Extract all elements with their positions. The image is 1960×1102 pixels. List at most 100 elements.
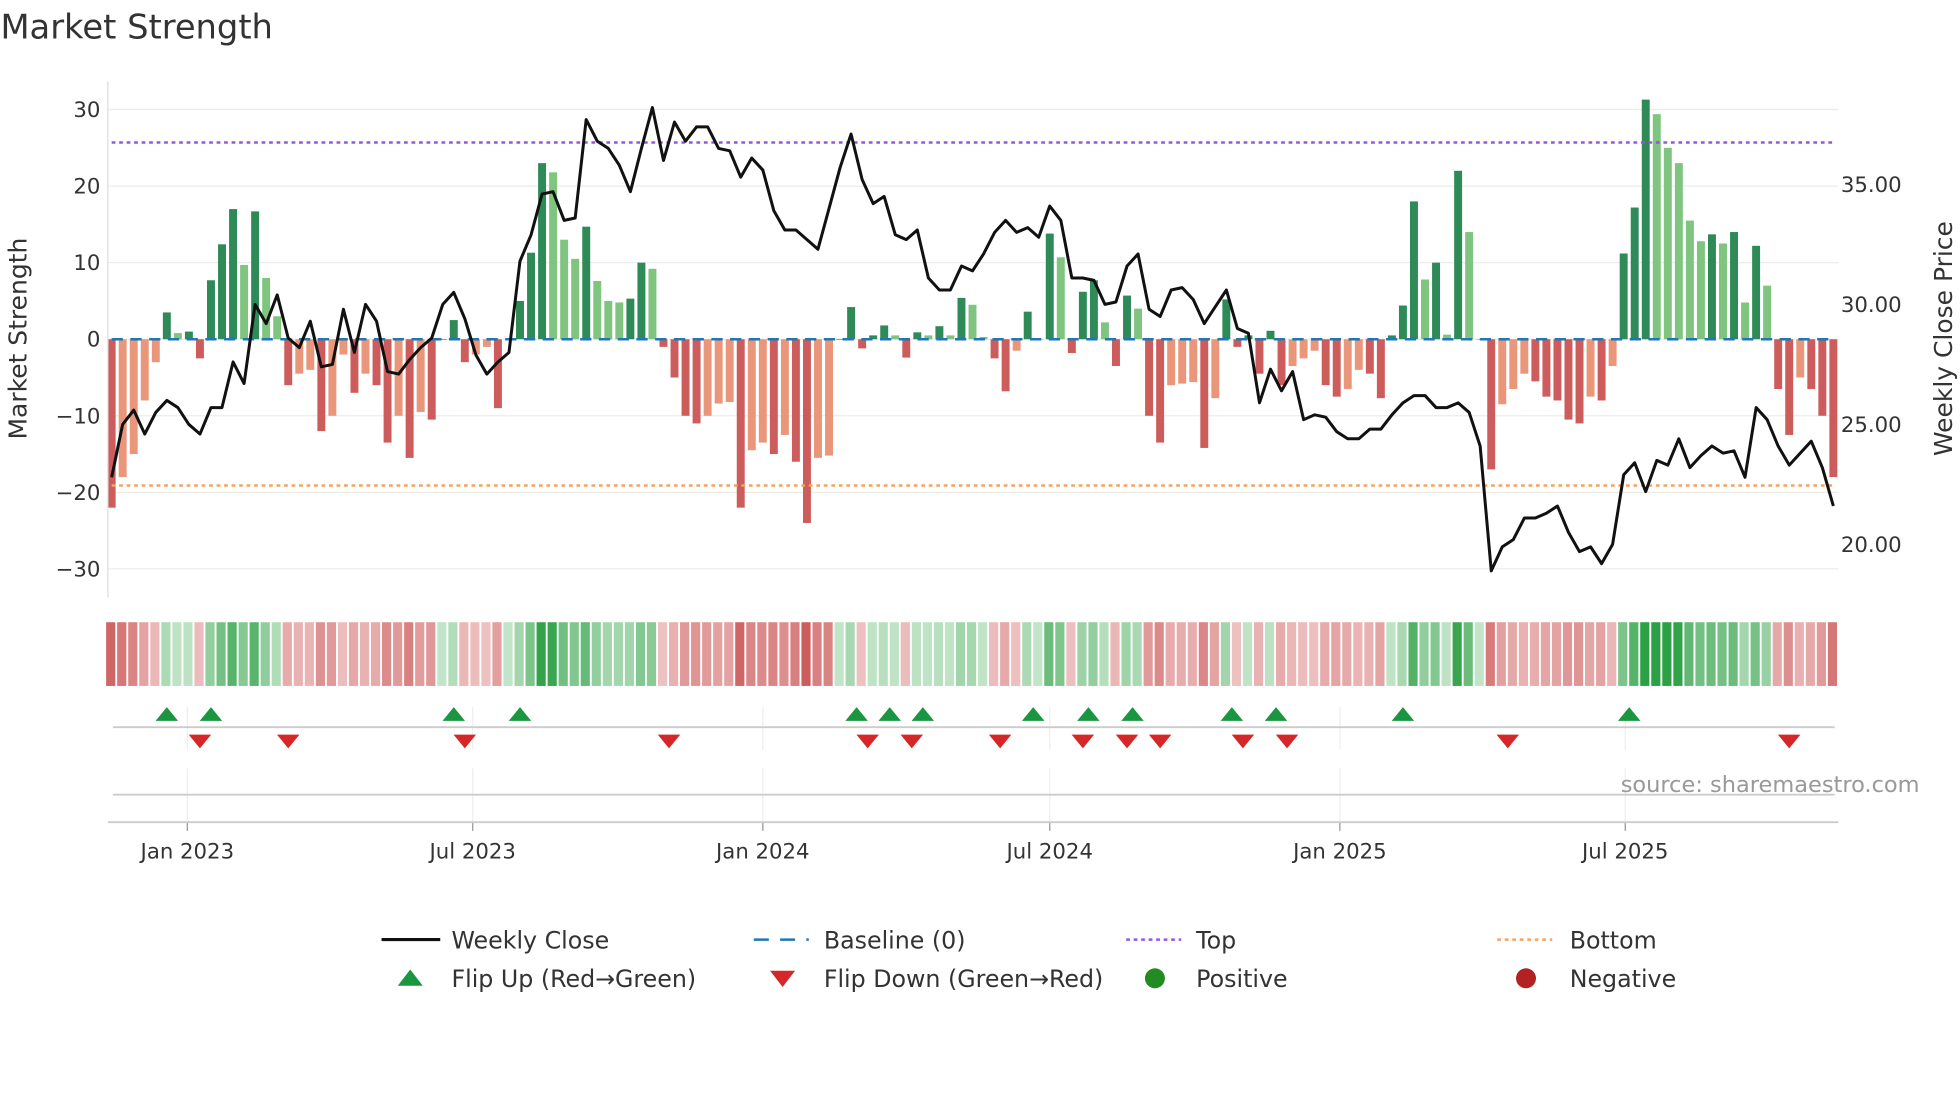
strength-bar — [957, 297, 966, 340]
strength-bar — [284, 339, 293, 386]
heat-cell — [790, 622, 800, 686]
strength-bar — [1045, 233, 1054, 340]
heat-cell — [547, 622, 557, 686]
heat-cell — [812, 622, 822, 686]
heat-cell — [271, 622, 281, 686]
heat-cell — [1331, 622, 1341, 686]
heat-cell — [1430, 622, 1440, 686]
heat-cell — [1066, 622, 1076, 686]
flip-up-marker — [442, 707, 466, 721]
strength-bar — [747, 339, 756, 451]
heat-cell — [591, 622, 601, 686]
flip-down-marker — [1777, 734, 1801, 749]
strength-bar — [1575, 339, 1584, 424]
flip-down-marker — [1231, 734, 1255, 749]
strength-bar — [1299, 339, 1308, 359]
heat-cell — [657, 622, 668, 686]
strength-bar — [935, 326, 944, 340]
heat-cell — [470, 622, 480, 686]
heat-cell — [1816, 622, 1826, 686]
y2-tick-label: 30.00 — [1841, 293, 1902, 318]
heat-cell — [989, 622, 999, 686]
heat-cell — [205, 622, 215, 686]
heat-cell — [459, 622, 469, 686]
strength-bar — [140, 339, 149, 401]
heat-cell — [735, 622, 745, 686]
strength-bar — [902, 339, 911, 358]
heat-cell — [1143, 622, 1153, 686]
strength-bar — [1586, 339, 1595, 397]
strength-bar — [814, 339, 822, 458]
strength-bar — [1123, 295, 1131, 340]
heat-cell — [768, 622, 778, 686]
heat-cell — [481, 622, 491, 686]
strength-bar — [637, 262, 646, 340]
heat-cell — [1099, 622, 1109, 686]
strength-bar — [1222, 299, 1231, 340]
y-tick-label: 10 — [73, 251, 100, 276]
heat-cell — [249, 622, 259, 686]
heat-cell — [448, 622, 458, 686]
heat-cell — [492, 622, 502, 686]
heat-cell — [1673, 622, 1683, 686]
heat-cell — [878, 622, 888, 686]
heat-cell — [944, 622, 955, 686]
x-tick-label: Jan 2024 — [714, 839, 810, 864]
strength-bar — [670, 339, 679, 378]
strength-bar — [604, 300, 613, 340]
heat-cell — [194, 622, 204, 686]
strength-bar — [1608, 339, 1617, 367]
strength-bar — [1365, 339, 1374, 374]
heat-cell — [1121, 622, 1131, 686]
heat-cell — [1342, 622, 1352, 686]
heat-cell — [371, 622, 381, 686]
strength-bar — [560, 239, 569, 340]
strength-bar — [1078, 291, 1087, 340]
heat-cell — [569, 622, 579, 686]
strength-bar — [847, 307, 856, 340]
heat-cell — [1364, 622, 1374, 686]
strength-bar — [195, 339, 204, 359]
heat-cell — [404, 622, 414, 686]
strength-bar — [229, 209, 238, 340]
y-tick-label: 20 — [73, 175, 100, 200]
heat-cell — [1618, 622, 1628, 686]
heat-cell — [1562, 622, 1573, 686]
strength-bar — [1807, 339, 1816, 389]
x-tick-label: Jan 2023 — [139, 839, 235, 864]
strength-bar — [1332, 339, 1341, 397]
flip-down-marker — [1496, 734, 1520, 749]
strength-bar — [516, 300, 524, 340]
strength-bar — [538, 163, 547, 340]
heat-cell — [1022, 622, 1032, 686]
heat-cell — [1551, 622, 1562, 686]
strength-bar — [703, 339, 712, 416]
strength-bar — [1741, 302, 1750, 340]
heat-cell — [933, 622, 944, 686]
heat-cell — [227, 622, 237, 686]
heat-cell — [150, 622, 160, 686]
heat-cell — [602, 622, 612, 686]
strength-bar — [1707, 234, 1716, 340]
x-tick-label: Jul 2023 — [427, 839, 515, 864]
heat-cell — [955, 622, 966, 686]
flip-down-marker — [900, 734, 924, 749]
heat-cell — [282, 622, 292, 686]
strength-bar — [527, 252, 536, 340]
flip-up-marker — [1021, 707, 1045, 721]
flip-up-marker — [1121, 707, 1144, 721]
strength-bar — [1178, 339, 1187, 384]
heat-cell — [1077, 622, 1087, 686]
legend-negative-icon — [1516, 968, 1536, 989]
strength-bar — [1432, 262, 1441, 340]
strength-bar — [1531, 339, 1540, 382]
strength-bar — [825, 339, 834, 456]
heat-cell — [1242, 622, 1253, 686]
strength-bar — [1421, 279, 1429, 340]
strength-bar — [151, 339, 160, 363]
legend-flip-up-icon — [397, 969, 423, 986]
strength-bar — [1630, 207, 1639, 340]
heat-cell — [1154, 622, 1164, 686]
strength-bar — [692, 339, 701, 424]
strength-bar — [1288, 339, 1297, 367]
